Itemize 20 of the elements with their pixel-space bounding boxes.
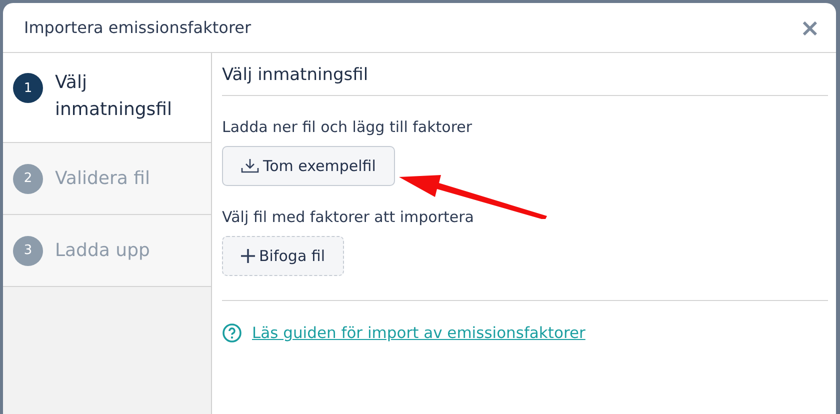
help-icon [222, 323, 242, 343]
dialog-title: Importera emissionsfaktorer [24, 18, 252, 37]
download-icon [241, 158, 259, 174]
step-label: Validera fil [55, 167, 150, 191]
step-number: 2 [13, 164, 43, 194]
step-label: Ladda upp [55, 239, 150, 263]
step-tab[interactable]: 2 Validera fil [3, 143, 211, 215]
download-button[interactable]: Tom exempelfil [222, 146, 395, 186]
section-heading: Välj inmatningsfil [222, 53, 828, 96]
step-number: 1 [13, 73, 43, 103]
field-label: Välj fil med faktorer att importera [222, 208, 474, 226]
field-label: Ladda ner fil och lägg till faktorer [222, 118, 472, 136]
step-tab[interactable]: 3 Ladda upp [3, 215, 211, 287]
step-number: 3 [13, 236, 43, 266]
step-tab[interactable]: 1 Välj inmatningsfil [3, 53, 211, 143]
close-button[interactable]: × [796, 14, 824, 42]
step-label: Välj inmatningsfil [55, 71, 173, 122]
guide-link[interactable]: Läs guiden för import av emissionsfaktorer [252, 324, 586, 342]
attach-file-button[interactable]: Bifoga fil [222, 236, 344, 276]
plus-icon [241, 249, 255, 263]
